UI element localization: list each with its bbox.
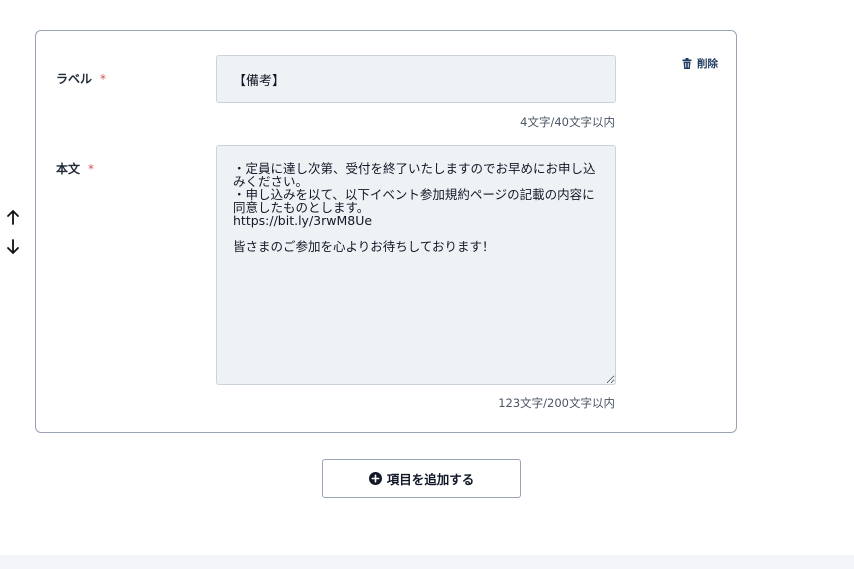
move-down-button[interactable] bbox=[4, 238, 22, 256]
trash-icon bbox=[682, 58, 692, 69]
delete-button[interactable]: 削除 bbox=[682, 56, 718, 71]
arrow-up-icon bbox=[7, 210, 19, 225]
item-card: ラベル * 4文字/40文字以内 本文 * ・定員に達し次第、受付を終了いたしますの… bbox=[35, 30, 737, 433]
move-up-button[interactable] bbox=[4, 208, 22, 226]
footer-band bbox=[0, 555, 854, 569]
body-field-label: 本文 * bbox=[56, 160, 94, 177]
arrow-down-icon bbox=[7, 239, 19, 254]
label-input[interactable] bbox=[216, 55, 616, 103]
body-char-counter: 123文字/200文字以内 bbox=[498, 396, 615, 410]
add-item-button[interactable]: 項目を追加する bbox=[322, 459, 521, 498]
body-field-label-text: 本文 bbox=[56, 162, 81, 176]
label-char-counter: 4文字/40文字以内 bbox=[520, 115, 615, 129]
required-mark: * bbox=[100, 72, 107, 86]
label-field-label: ラベル * bbox=[56, 70, 106, 87]
label-field-label-text: ラベル bbox=[56, 72, 93, 86]
delete-button-label: 削除 bbox=[697, 58, 718, 70]
body-textarea[interactable]: ・定員に達し次第、受付を終了いたしますのでお早めにお申し込みください。 ・申し込… bbox=[216, 145, 616, 385]
plus-circle-icon bbox=[368, 472, 382, 485]
page: ラベル * 4文字/40文字以内 本文 * ・定員に達し次第、受付を終了いたしますの… bbox=[0, 0, 854, 569]
add-item-button-label: 項目を追加する bbox=[386, 472, 475, 487]
move-controls bbox=[4, 208, 22, 256]
required-mark: * bbox=[88, 162, 95, 176]
